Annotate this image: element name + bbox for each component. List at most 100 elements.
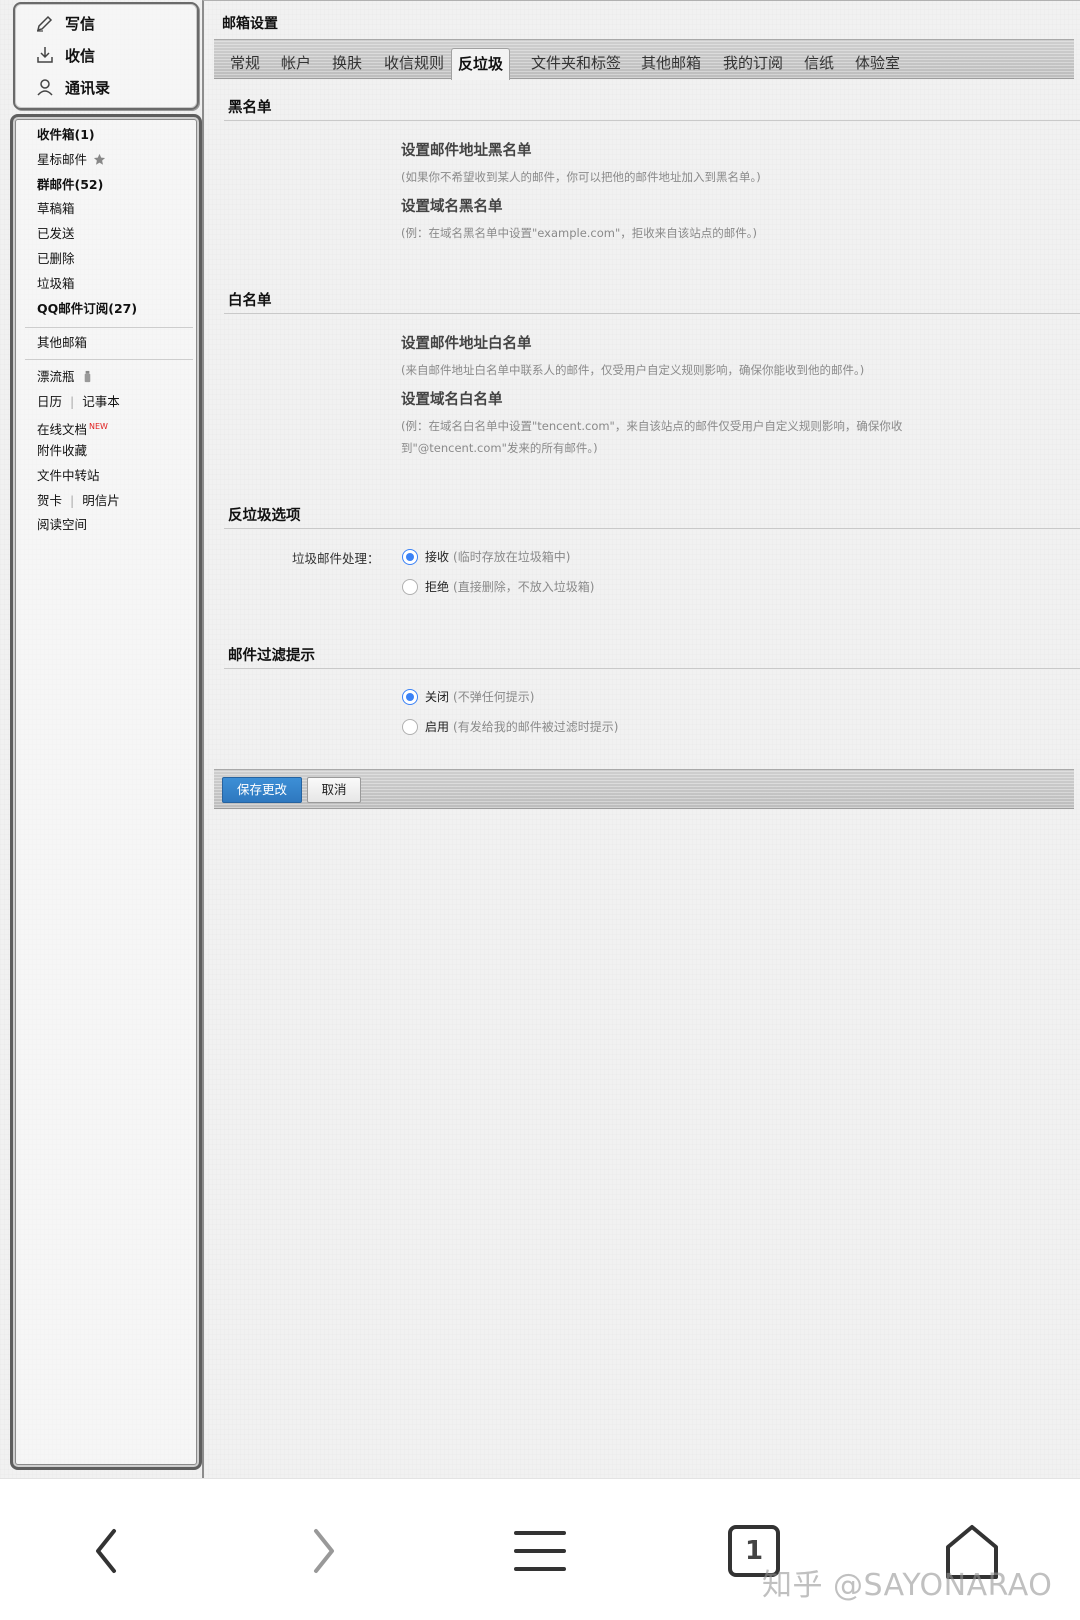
file-transfer-link[interactable]: 文件中转站	[37, 466, 100, 486]
attachments-label: 附件收藏	[37, 443, 88, 458]
back-icon	[96, 1529, 116, 1573]
separator: |	[70, 493, 75, 508]
drift-bottle-label: 漂流瓶	[37, 369, 75, 384]
folder-sent[interactable]: 已发送	[37, 224, 75, 244]
other-mailbox-link[interactable]: 其他邮箱	[37, 333, 87, 353]
folder-deleted[interactable]: 已删除	[37, 249, 75, 269]
folder-label: 已删除	[37, 251, 75, 266]
receive-label: 收信	[65, 46, 96, 65]
whitelist-domain-link[interactable]: 设置域名白名单	[401, 388, 503, 409]
blacklist-title: 黑名单	[228, 100, 272, 116]
tab-stationery[interactable]: 信纸	[798, 48, 840, 80]
pencil-icon	[35, 13, 55, 33]
bottle-icon	[75, 369, 94, 384]
option-label: 接收	[425, 550, 450, 564]
tab-folders-labels[interactable]: 文件夹和标签	[525, 48, 627, 80]
folder-starred[interactable]: 星标邮件	[37, 150, 106, 170]
forward-icon	[314, 1529, 334, 1573]
folder-label: 垃圾箱	[37, 276, 75, 291]
tab-rules[interactable]: 收信规则	[378, 48, 450, 80]
greeting-card-link[interactable]: 贺卡	[37, 493, 62, 508]
filter-tip-off-option[interactable]: 关闭 (不弹任何提示)	[402, 688, 534, 705]
folder-inbox[interactable]: 收件箱(1)	[37, 125, 95, 145]
tab-skin[interactable]: 换肤	[326, 48, 368, 80]
tab-account[interactable]: 帐户	[275, 48, 317, 80]
folder-drafts[interactable]: 草稿箱	[37, 199, 75, 219]
blacklist-domain-link[interactable]: 设置域名黑名单	[401, 195, 503, 216]
sidebar-divider	[25, 327, 193, 328]
quick-actions-panel: 写信 收信 通讯录	[13, 2, 199, 110]
radio-button-checked[interactable]	[402, 688, 418, 705]
option-note: (不弹任何提示)	[453, 690, 535, 704]
whitelist-address-link[interactable]: 设置邮件地址白名单	[401, 332, 532, 353]
section-divider	[224, 120, 1080, 122]
spam-handling-label: 垃圾邮件处理：	[292, 551, 380, 566]
notebook-link[interactable]: 记事本	[82, 394, 120, 409]
new-badge: NEW	[89, 422, 108, 431]
separator: |	[70, 394, 75, 409]
radio-button[interactable]	[402, 718, 418, 735]
tab-lab[interactable]: 体验室	[849, 48, 906, 80]
attachments-link[interactable]: 附件收藏	[37, 441, 87, 461]
folder-group-mail[interactable]: 群邮件(52)	[37, 175, 103, 195]
save-button[interactable]: 保存更改	[222, 777, 302, 803]
section-divider	[224, 528, 1080, 530]
blacklist-address-hint: (如果你不希望收到某人的邮件，你可以把他的邮件地址加入到黑名单。)	[401, 170, 761, 184]
settings-panel: 邮箱设置 常规 帐户 换肤 收信规则 反垃圾 文件夹和标签 其他邮箱 我的订阅 …	[202, 0, 1080, 1478]
tab-subscriptions[interactable]: 我的订阅	[717, 48, 789, 80]
section-divider	[224, 668, 1080, 670]
folder-qq-subscriptions[interactable]: QQ邮件订阅(27)	[37, 299, 137, 319]
compose-button[interactable]: 写信	[35, 8, 95, 38]
folder-label: 星标邮件	[37, 152, 88, 167]
forward-button[interactable]	[290, 1519, 354, 1583]
folder-label: QQ邮件订阅(27)	[37, 301, 138, 316]
folder-label: 已发送	[37, 226, 75, 241]
zhihu-watermark: 知乎 @SAYONARAO	[762, 1568, 1053, 1603]
folder-label: 群邮件(52)	[37, 177, 104, 192]
filter-tip-on-option[interactable]: 启用 (有发给我的邮件被过滤时提示)	[402, 718, 618, 735]
whitelist-title: 白名单	[228, 293, 272, 309]
option-note: (临时存放在垃圾箱中)	[453, 550, 571, 564]
file-transfer-label: 文件中转站	[37, 468, 100, 483]
other-mailbox-label: 其他邮箱	[37, 335, 88, 350]
spam-accept-option[interactable]: 接收 (临时存放在垃圾箱中)	[402, 548, 570, 565]
contact-person-icon	[35, 77, 55, 97]
online-docs-link[interactable]: 在线文档 NEW	[37, 417, 108, 437]
section-divider	[224, 313, 1080, 315]
option-label: 关闭	[425, 690, 450, 704]
blacklist-domain-hint: (例：在域名黑名单中设置"example.com"，拒收来自该站点的邮件。)	[401, 226, 758, 240]
tab-other-mailbox[interactable]: 其他邮箱	[635, 48, 707, 80]
radio-button[interactable]	[402, 578, 418, 595]
menu-icon	[514, 1531, 566, 1571]
contacts-label: 通讯录	[65, 78, 111, 97]
antispam-options-title: 反垃圾选项	[228, 508, 301, 524]
reading-space-link[interactable]: 阅读空间	[37, 515, 87, 535]
radio-button-checked[interactable]	[402, 548, 418, 565]
menu-button[interactable]	[508, 1519, 572, 1583]
spam-reject-option[interactable]: 拒绝 (直接删除，不放入垃圾箱)	[402, 578, 594, 595]
calendar-link[interactable]: 日历	[37, 394, 62, 409]
drift-bottle-link[interactable]: 漂流瓶	[37, 367, 94, 387]
blacklist-address-link[interactable]: 设置邮件地址黑名单	[401, 139, 532, 160]
cancel-button[interactable]: 取消	[307, 777, 361, 803]
tab-antispam[interactable]: 反垃圾	[451, 48, 511, 80]
tab-general[interactable]: 常规	[224, 48, 266, 80]
online-docs-label: 在线文档	[37, 422, 88, 438]
card-postcard-row: 贺卡 | 明信片	[37, 491, 120, 511]
whitelist-domain-hint: (例：在域名白名单中设置"tencent.com"，来自该站点的邮件仅受用户自定…	[401, 419, 903, 455]
calendar-notebook-row: 日历 | 记事本	[37, 392, 120, 412]
option-label: 拒绝	[425, 580, 450, 594]
back-button[interactable]	[76, 1519, 140, 1583]
filter-tip-title: 邮件过滤提示	[228, 648, 315, 664]
settings-tabbar: 常规 帐户 换肤 收信规则 反垃圾 文件夹和标签 其他邮箱 我的订阅 信纸 体验…	[214, 39, 1074, 80]
reading-space-label: 阅读空间	[37, 517, 88, 532]
receive-button[interactable]: 收信	[35, 40, 95, 70]
postcard-link[interactable]: 明信片	[82, 493, 120, 508]
contacts-button[interactable]: 通讯录	[35, 72, 110, 102]
folder-spam[interactable]: 垃圾箱	[37, 274, 75, 294]
folder-sidebar: 收件箱(1) 星标邮件 群邮件(52) 草稿箱 已发送 已删除 垃圾箱 QQ邮件…	[10, 114, 202, 1470]
folder-label: 收件箱(1)	[37, 127, 95, 142]
folder-label: 草稿箱	[37, 201, 75, 216]
action-bar: 保存更改 取消	[214, 769, 1074, 809]
star-icon	[87, 152, 106, 167]
